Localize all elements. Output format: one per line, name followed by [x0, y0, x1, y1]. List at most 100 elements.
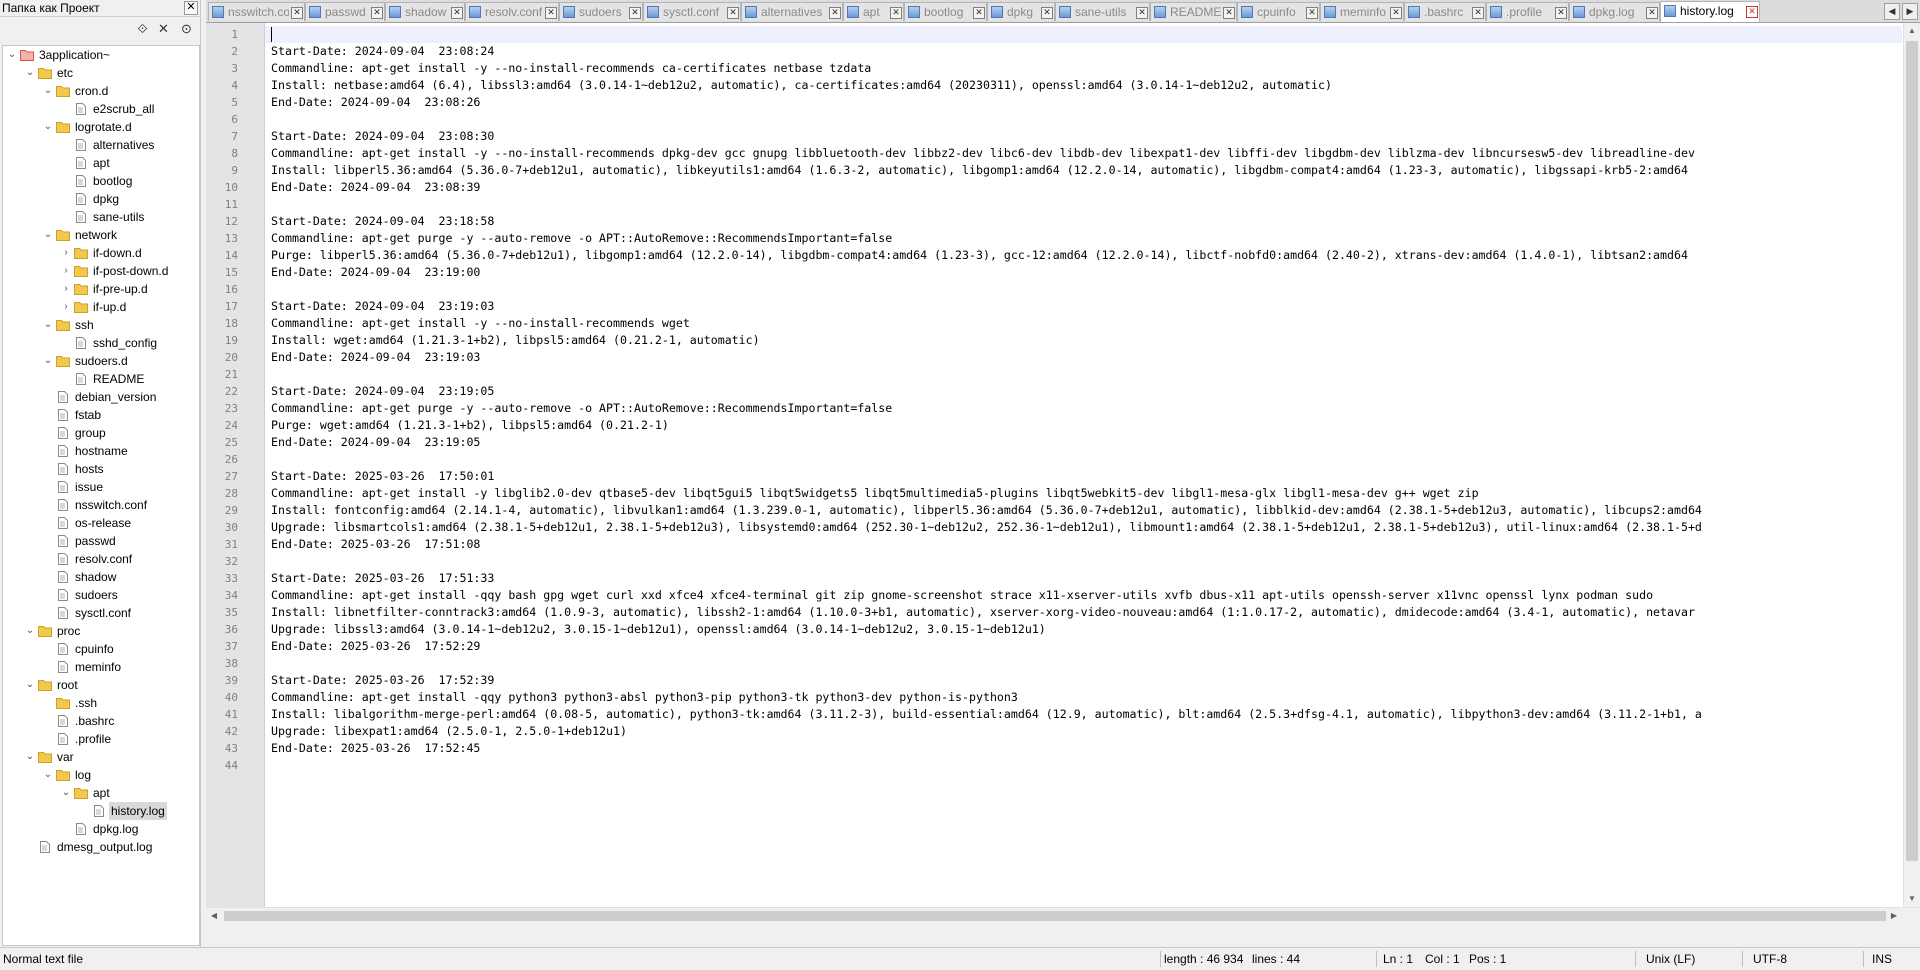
file-icon — [38, 841, 52, 853]
tab-close-icon[interactable]: ✕ — [890, 7, 902, 19]
tab-alternatives[interactable]: alternatives ✕ — [741, 2, 843, 21]
locate-file-icon[interactable]: ⊙ — [180, 22, 193, 35]
chevron-down-icon[interactable]: ⌄ — [43, 320, 53, 330]
chevron-down-icon[interactable]: ⌄ — [7, 50, 17, 60]
status-bar: Normal text file length : 46 934 lines :… — [0, 947, 1920, 970]
expand-all-icon[interactable]: ⟐ — [136, 22, 149, 35]
tab-close-icon[interactable]: ✕ — [1472, 7, 1484, 19]
tab-sysctl-conf[interactable]: sysctl.conf ✕ — [643, 2, 741, 21]
status-col: Col : 1 — [1425, 952, 1460, 966]
folder-icon — [56, 769, 70, 781]
tab-close-icon[interactable]: ✕ — [545, 7, 557, 19]
file-icon — [56, 391, 70, 403]
tab-close-icon[interactable]: ✕ — [371, 7, 383, 19]
tab-label: dpkg.log — [1589, 5, 1635, 19]
file-icon — [74, 139, 88, 151]
chevron-down-icon[interactable]: ⌄ — [43, 230, 53, 240]
status-separator — [1742, 951, 1743, 967]
tab-scroll-left-button[interactable]: ◀ — [1884, 3, 1900, 20]
chevron-down-icon[interactable]: ⌄ — [25, 680, 35, 690]
line-number: 9 — [231, 164, 238, 177]
folder-icon — [74, 283, 88, 295]
chevron-down-icon[interactable]: ⌄ — [43, 356, 53, 366]
code-line: Install: wget:amd64 (1.21.3-1+b2), libps… — [271, 333, 760, 347]
status-eol[interactable]: Unix (LF) — [1646, 948, 1695, 970]
tab-cpuinfo[interactable]: cpuinfo ✕ — [1237, 2, 1320, 21]
tab-shadow[interactable]: shadow ✕ — [385, 2, 465, 21]
chevron-right-icon[interactable]: › — [61, 302, 71, 312]
chevron-down-icon[interactable]: ⌄ — [25, 626, 35, 636]
line-number: 8 — [231, 147, 238, 160]
tab-sane-utils[interactable]: sane-utils ✕ — [1055, 2, 1150, 21]
tab-resolv-conf[interactable]: resolv.conf ✕ — [465, 2, 559, 21]
tab-history-log[interactable]: history.log ✕ — [1660, 1, 1760, 22]
tab-sudoers[interactable]: sudoers ✕ — [559, 2, 643, 21]
tab-close-icon[interactable]: ✕ — [829, 7, 841, 19]
vertical-scroll-thumb[interactable] — [1906, 41, 1918, 861]
chevron-right-icon[interactable]: › — [61, 266, 71, 276]
tab-bootlog[interactable]: bootlog ✕ — [904, 2, 987, 21]
scroll-up-icon[interactable]: ▲ — [1904, 23, 1920, 39]
tab-apt[interactable]: apt ✕ — [843, 2, 904, 21]
close-icon[interactable]: ✕ — [184, 1, 198, 15]
horizontal-scroll-thumb[interactable] — [224, 911, 1886, 921]
tab-bashrc[interactable]: .bashrc ✕ — [1404, 2, 1486, 21]
tab-close-icon[interactable]: ✕ — [451, 7, 463, 19]
code-line: End-Date: 2024-09-04 23:19:00 — [271, 265, 481, 279]
line-number: 15 — [224, 266, 238, 279]
tree-item-label: issue — [75, 480, 104, 494]
tab-close-icon[interactable]: ✕ — [1136, 7, 1148, 19]
tab-profile[interactable]: .profile ✕ — [1486, 2, 1569, 21]
line-number: 39 — [224, 674, 238, 687]
vertical-scrollbar[interactable]: ▲ ▼ — [1903, 23, 1920, 907]
file-icon — [56, 733, 70, 745]
file-tree[interactable]: ⌄ 3application~ ⌄ etc ⌄ cron.d e2scrub_all ⌄ log… — [2, 45, 200, 946]
chevron-down-icon[interactable]: ⌄ — [25, 68, 35, 78]
chevron-down-icon[interactable]: ⌄ — [61, 788, 71, 798]
status-insert-mode[interactable]: INS — [1872, 948, 1892, 970]
tab-close-icon[interactable]: ✕ — [1746, 6, 1758, 18]
code-area[interactable]: Start-Date: 2024-09-04 23:08:24 Commandli… — [265, 23, 1902, 924]
tab-dpkg-log[interactable]: dpkg.log ✕ — [1569, 2, 1660, 21]
chevron-down-icon[interactable]: ⌄ — [43, 122, 53, 132]
scroll-right-icon[interactable]: ▶ — [1886, 908, 1902, 924]
tab-close-icon[interactable]: ✕ — [1555, 7, 1567, 19]
chevron-down-icon[interactable]: ⌄ — [25, 752, 35, 762]
tab-meminfo[interactable]: meminfo ✕ — [1320, 2, 1404, 21]
tree-item-label: shadow — [75, 570, 117, 584]
code-line: Commandline: apt-get install -y libglib2… — [271, 486, 1479, 500]
tree-item-label: cron.d — [75, 84, 109, 98]
file-icon — [1664, 5, 1676, 17]
tab-dpkg[interactable]: dpkg ✕ — [987, 2, 1055, 21]
file-icon — [1490, 6, 1502, 18]
file-icon — [212, 6, 224, 18]
tab-close-icon[interactable]: ✕ — [1390, 7, 1402, 19]
tab-close-icon[interactable]: ✕ — [1223, 7, 1235, 19]
collapse-all-icon[interactable]: ✕ — [157, 22, 170, 35]
scroll-down-icon[interactable]: ▼ — [1904, 891, 1920, 907]
tab-close-icon[interactable]: ✕ — [1646, 7, 1658, 19]
tree-item-label: sane-utils — [93, 210, 145, 224]
line-number: 12 — [224, 215, 238, 228]
folder-icon — [56, 229, 70, 241]
tab-close-icon[interactable]: ✕ — [1041, 7, 1053, 19]
tab-close-icon[interactable]: ✕ — [1306, 7, 1318, 19]
tab-close-icon[interactable]: ✕ — [973, 7, 985, 19]
scroll-left-icon[interactable]: ◀ — [206, 908, 222, 924]
tab-label: shadow — [405, 5, 447, 19]
tab-readme[interactable]: README ✕ — [1150, 2, 1237, 21]
text-editor[interactable]: 1 2 3 4 5 6 7 8 9 10 11 12 13 14 15 16 17 18 19 20 21 22 23 24 2… — [206, 23, 1920, 924]
tab-passwd[interactable]: passwd ✕ — [305, 2, 385, 21]
chevron-down-icon[interactable]: ⌄ — [43, 770, 53, 780]
tab-scroll-right-button[interactable]: ▶ — [1902, 3, 1918, 20]
chevron-down-icon[interactable]: ⌄ — [43, 86, 53, 96]
status-encoding[interactable]: UTF-8 — [1753, 948, 1787, 970]
tab-close-icon[interactable]: ✕ — [727, 7, 739, 19]
chevron-right-icon[interactable]: › — [61, 248, 71, 258]
tab-close-icon[interactable]: ✕ — [629, 7, 641, 19]
tab-close-icon[interactable]: ✕ — [291, 7, 303, 19]
file-icon — [469, 6, 481, 18]
tab-nsswitch-conf[interactable]: nsswitch.conf✕ — [208, 2, 305, 21]
horizontal-scrollbar[interactable]: ◀ ▶ — [206, 907, 1920, 924]
chevron-right-icon[interactable]: › — [61, 284, 71, 294]
